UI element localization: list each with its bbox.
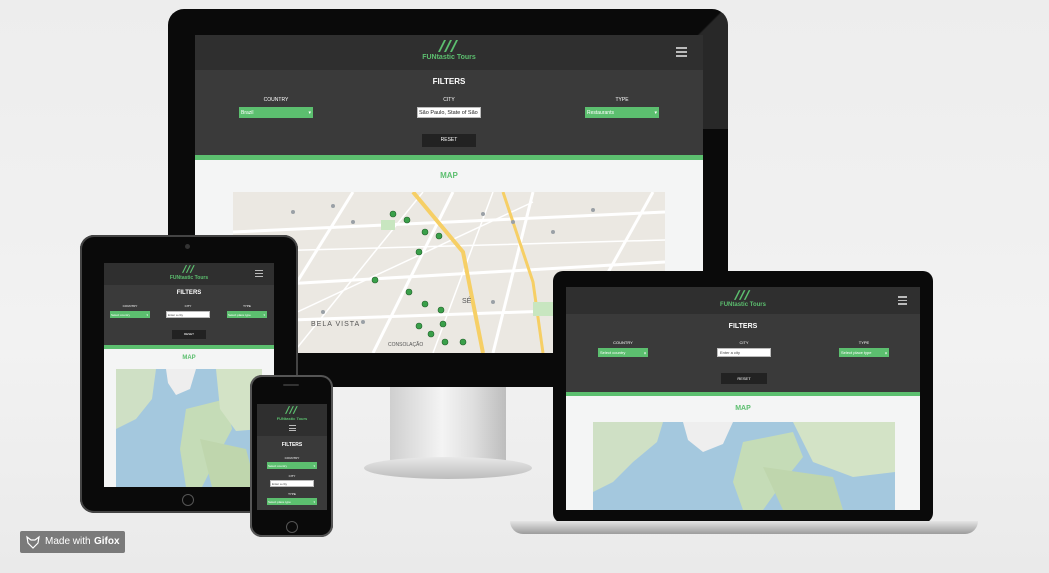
chevron-down-icon: ▾ <box>146 312 148 317</box>
chevron-down-icon: ▾ <box>308 109 311 116</box>
world-map-graphic <box>116 369 262 487</box>
city-input[interactable]: Enter a city <box>270 480 314 487</box>
reset-button[interactable]: RESET <box>172 330 206 339</box>
section-divider <box>566 392 920 396</box>
world-map-graphic <box>593 422 895 510</box>
chevron-down-icon: ▾ <box>263 312 265 317</box>
brand-name[interactable]: FUNtastic Tours <box>104 275 274 281</box>
chevron-down-icon: ▾ <box>313 463 315 468</box>
type-label: TYPE <box>615 97 629 103</box>
hamburger-menu-icon[interactable] <box>676 47 687 57</box>
filters-section: FILTERS COUNTRY Select country ▾ CITY En… <box>257 436 327 510</box>
city-label: CITY <box>739 340 749 345</box>
monitor-stand-neck <box>390 385 506 461</box>
country-select-value: Select country <box>111 313 131 317</box>
gifox-fox-icon <box>26 535 40 549</box>
filters-title: FILTERS <box>281 442 303 448</box>
phone-home-button[interactable] <box>286 521 298 533</box>
hamburger-menu-icon[interactable] <box>898 296 907 305</box>
type-select-value: Select place type <box>841 350 872 355</box>
brand-logo-icon <box>182 265 195 273</box>
country-label: COUNTRY <box>613 340 633 345</box>
hamburger-menu-icon[interactable] <box>255 270 263 277</box>
chevron-down-icon: ▾ <box>884 350 887 355</box>
brand-logo-icon <box>438 40 458 52</box>
navbar: FUNtastic Tours <box>257 404 327 436</box>
reset-button[interactable]: RESET <box>422 134 476 147</box>
city-label: CITY <box>184 304 192 308</box>
city-label: CITY <box>288 474 296 478</box>
city-input[interactable]: Enter a city <box>717 348 771 357</box>
world-map[interactable] <box>116 369 262 487</box>
navbar: FUNtastic Tours <box>195 35 703 70</box>
badge-brand: Gifox <box>94 536 120 547</box>
chevron-down-icon: ▾ <box>313 499 315 504</box>
hamburger-menu-icon[interactable] <box>289 425 296 431</box>
filters-title: FILTERS <box>176 290 202 296</box>
navbar: FUNtastic Tours <box>104 263 274 285</box>
section-divider <box>104 345 274 349</box>
city-label: CITY <box>443 97 455 103</box>
city-input[interactable]: São Paulo, State of São <box>417 107 481 118</box>
filters-title: FILTERS <box>432 77 466 86</box>
street-label-se: SÉ <box>462 298 472 305</box>
type-select[interactable]: Select place type ▾ <box>227 311 267 318</box>
country-select[interactable]: Select country ▾ <box>110 311 150 318</box>
phone-speaker <box>283 384 299 386</box>
badge-prefix: Made with <box>45 536 91 547</box>
brand-name[interactable]: FUNtastic Tours <box>195 54 703 61</box>
brand-logo-icon <box>285 406 298 414</box>
map-title: MAP <box>440 171 458 180</box>
chevron-down-icon: ▾ <box>643 350 646 355</box>
laptop-screen: FUNtastic Tours FILTERS COUNTRY Select c… <box>566 287 920 510</box>
street-label-consolacao: CONSOLAÇÃO <box>388 342 424 348</box>
filters-section: FILTERS COUNTRY Select country ▾ CITY En… <box>104 285 274 345</box>
chevron-down-icon: ▾ <box>654 109 657 116</box>
tablet-home-button[interactable] <box>182 494 194 506</box>
navbar: FUNtastic Tours <box>566 287 920 314</box>
country-label: COUNTRY <box>263 97 289 103</box>
type-label: TYPE <box>858 340 870 345</box>
country-select-value: Brazil <box>241 110 254 116</box>
type-select-value: Select place type <box>228 313 251 317</box>
country-select[interactable]: Select country ▾ <box>267 462 317 469</box>
street-label-bela-vista: BELA VISTA <box>311 321 361 328</box>
country-label: COUNTRY <box>284 456 300 460</box>
filters-title: FILTERS <box>728 323 758 330</box>
brand-name[interactable]: FUNtastic Tours <box>257 416 327 421</box>
type-label: TYPE <box>243 304 251 308</box>
laptop-base <box>510 521 978 534</box>
type-select-value: Restaurants <box>587 110 614 116</box>
city-input[interactable]: Enter a city <box>166 311 210 318</box>
type-select[interactable]: Restaurants ▾ <box>585 107 659 118</box>
type-select[interactable]: Select place type ▾ <box>839 348 889 357</box>
section-divider <box>195 155 703 160</box>
map-title: MAP <box>735 405 751 412</box>
country-label: COUNTRY <box>122 304 138 308</box>
type-select[interactable]: Select place type ▾ <box>267 498 317 505</box>
country-select[interactable]: Brazil ▾ <box>239 107 313 118</box>
tablet-screen: FUNtastic Tours FILTERS COUNTRY Select c… <box>104 263 274 487</box>
brand-logo-icon <box>734 290 751 300</box>
phone-screen: FUNtastic Tours FILTERS COUNTRY Select c… <box>257 404 327 510</box>
country-select[interactable]: Select country ▾ <box>598 348 648 357</box>
type-label: TYPE <box>288 492 296 496</box>
tablet-camera <box>185 244 190 249</box>
country-select-value: Select country <box>600 350 626 355</box>
world-map[interactable] <box>593 422 895 510</box>
country-select-value: Select country <box>268 464 288 468</box>
monitor-stand-base <box>364 457 532 479</box>
type-select-value: Select place type <box>268 500 291 504</box>
gifox-badge[interactable]: Made with Gifox <box>20 531 125 553</box>
brand-name[interactable]: FUNtastic Tours <box>566 302 920 308</box>
filters-section: FILTERS COUNTRY Brazil ▾ CITY São Paulo,… <box>195 70 703 155</box>
map-title: MAP <box>182 355 196 361</box>
filters-section: FILTERS COUNTRY Select country ▾ CITY En… <box>566 314 920 392</box>
reset-button[interactable]: RESET <box>721 373 767 384</box>
